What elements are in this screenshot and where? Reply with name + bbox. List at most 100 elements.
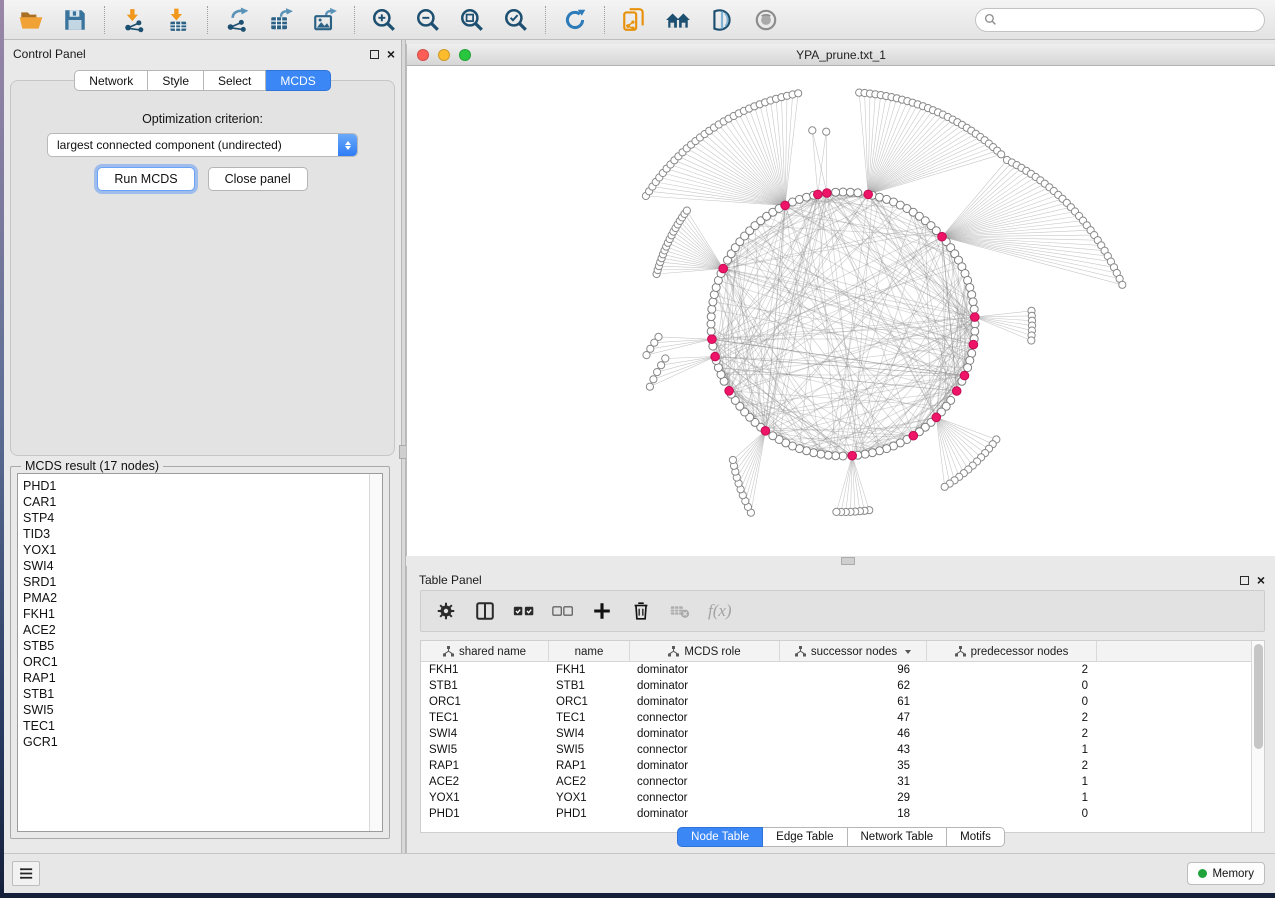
search-input[interactable]	[1003, 13, 1256, 27]
tab-network-table[interactable]: Network Table	[848, 827, 948, 847]
select-all-columns-button[interactable]	[513, 600, 535, 622]
mcds-list-scrollbar[interactable]	[369, 474, 382, 831]
delete-column-button[interactable]	[630, 600, 652, 622]
close-window-button[interactable]	[417, 49, 429, 61]
float-panel-icon[interactable]	[370, 50, 379, 59]
mcds-result-item[interactable]: TID3	[23, 526, 369, 542]
export-table-button[interactable]	[264, 5, 298, 35]
maximize-window-button[interactable]	[459, 49, 471, 61]
first-neighbors-button[interactable]	[661, 5, 695, 35]
zoom-out-button[interactable]	[411, 5, 445, 35]
memory-button[interactable]: Memory	[1187, 862, 1265, 885]
tab-select[interactable]: Select	[204, 70, 266, 91]
mcds-result-item[interactable]: CAR1	[23, 494, 369, 510]
export-network-button[interactable]	[220, 5, 254, 35]
table-cell: SWI4	[421, 726, 548, 742]
mcds-result-item[interactable]: PMA2	[23, 590, 369, 606]
tab-mcds[interactable]: MCDS	[266, 70, 330, 91]
table-row[interactable]: YOX1YOX1connector291	[421, 790, 1251, 806]
mcds-result-item[interactable]: STP4	[23, 510, 369, 526]
mcds-result-item[interactable]: STB5	[23, 638, 369, 654]
table-cell: ORC1	[548, 694, 629, 710]
mcds-result-item[interactable]: ACE2	[23, 622, 369, 638]
refresh-button[interactable]	[558, 5, 592, 35]
table-cell	[1096, 806, 1251, 822]
table-cell: 31	[779, 774, 926, 790]
table-cell: 35	[779, 758, 926, 774]
table-row[interactable]: FKH1FKH1dominator962	[421, 662, 1251, 678]
mcds-result-item[interactable]: STB1	[23, 686, 369, 702]
table-cell: ORC1	[421, 694, 548, 710]
float-table-panel-icon[interactable]	[1240, 576, 1249, 585]
table-cell	[1096, 710, 1251, 726]
mcds-result-item[interactable]: TEC1	[23, 718, 369, 734]
import-table-button[interactable]	[161, 5, 195, 35]
table-settings-button[interactable]	[435, 600, 457, 622]
mcds-result-item[interactable]: FKH1	[23, 606, 369, 622]
table-row[interactable]: PHD1PHD1dominator180	[421, 806, 1251, 822]
zoom-in-button[interactable]	[367, 5, 401, 35]
mcds-result-item[interactable]: GCR1	[23, 734, 369, 750]
table-cell: RAP1	[421, 758, 548, 774]
mcds-result-item[interactable]: RAP1	[23, 670, 369, 686]
table-row[interactable]: SWI4SWI4dominator462	[421, 726, 1251, 742]
optimization-criterion-select[interactable]: largest connected component (undirected)	[47, 133, 358, 157]
close-panel-icon[interactable]: ×	[387, 49, 395, 59]
table-scrollbar[interactable]	[1251, 641, 1264, 832]
horizontal-split-divider[interactable]	[406, 556, 1275, 566]
hide-selected-button[interactable]	[705, 5, 739, 35]
tab-node-table[interactable]: Node Table	[677, 827, 763, 847]
table-cell: dominator	[629, 806, 779, 822]
table-body: FKH1FKH1dominator962STB1STB1dominator620…	[421, 662, 1251, 822]
table-row[interactable]: ORC1ORC1dominator610	[421, 694, 1251, 710]
export-network-icon	[224, 7, 250, 33]
table-row[interactable]: STB1STB1dominator620	[421, 678, 1251, 694]
mcds-result-item[interactable]: SWI4	[23, 558, 369, 574]
export-image-button[interactable]	[308, 5, 342, 35]
checked-boxes-icon	[513, 600, 535, 622]
network-window-title: YPA_prune.txt_1	[796, 48, 886, 62]
table-cell: 46	[779, 726, 926, 742]
table-scrollbar-thumb[interactable]	[1254, 644, 1263, 749]
unselect-all-columns-button[interactable]	[552, 600, 574, 622]
run-mcds-button[interactable]: Run MCDS	[97, 167, 194, 191]
table-row[interactable]: RAP1RAP1dominator352	[421, 758, 1251, 774]
minimize-window-button[interactable]	[438, 49, 450, 61]
network-canvas[interactable]	[407, 66, 1275, 556]
column-header-MCDS-role[interactable]: MCDS role	[629, 641, 779, 662]
tab-network[interactable]: Network	[74, 70, 148, 91]
table-row[interactable]: TEC1TEC1connector472	[421, 710, 1251, 726]
mcds-result-item[interactable]: ORC1	[23, 654, 369, 670]
tab-style[interactable]: Style	[148, 70, 204, 91]
function-builder-button[interactable]: f(x)	[708, 601, 732, 621]
show-column-panel-button[interactable]	[474, 600, 496, 622]
column-header-name[interactable]: name	[548, 641, 629, 662]
table-row[interactable]: SWI5SWI5connector431	[421, 742, 1251, 758]
tab-edge-table[interactable]: Edge Table	[763, 827, 847, 847]
create-column-button[interactable]	[591, 600, 613, 622]
mcds-result-item[interactable]: SRD1	[23, 574, 369, 590]
tab-motifs[interactable]: Motifs	[947, 827, 1005, 847]
column-header-predecessor-nodes[interactable]: predecessor nodes	[926, 641, 1096, 662]
table-row[interactable]: ACE2ACE2connector311	[421, 774, 1251, 790]
import-network-button[interactable]	[117, 5, 151, 35]
save-session-button[interactable]	[58, 5, 92, 35]
task-history-button[interactable]	[12, 861, 40, 886]
mcds-result-item[interactable]: YOX1	[23, 542, 369, 558]
table-cell	[1096, 662, 1251, 678]
table-panel-tabs: Node TableEdge TableNetwork TableMotifs	[407, 827, 1275, 847]
delete-table-button[interactable]	[669, 600, 691, 622]
table-cell: 47	[779, 710, 926, 726]
mcds-result-item[interactable]: PHD1	[23, 478, 369, 494]
zoom-fit-button[interactable]	[455, 5, 489, 35]
column-header-successor-nodes[interactable]: successor nodes	[779, 641, 926, 662]
close-panel-button[interactable]: Close panel	[208, 167, 308, 191]
column-header-shared-name[interactable]: shared name	[421, 641, 548, 662]
open-file-button[interactable]	[14, 5, 48, 35]
mcds-result-item[interactable]: SWI5	[23, 702, 369, 718]
clone-network-button[interactable]	[617, 5, 651, 35]
close-table-panel-icon[interactable]: ×	[1257, 575, 1265, 585]
zoom-selected-button[interactable]	[499, 5, 533, 35]
show-all-button[interactable]	[749, 5, 783, 35]
search-box[interactable]	[975, 8, 1265, 32]
